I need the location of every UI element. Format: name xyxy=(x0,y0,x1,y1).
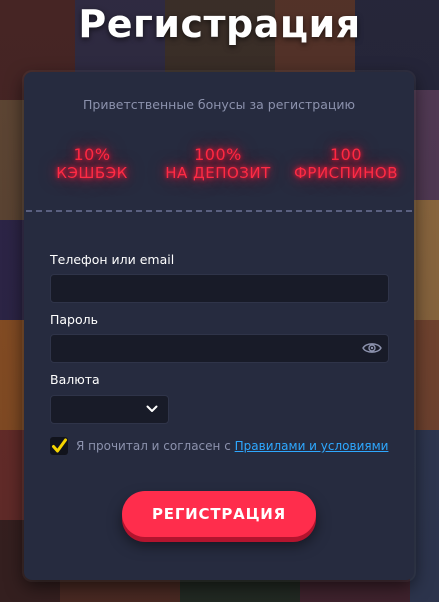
bonus-deposit: 100% НА ДЕПОЗИТ xyxy=(158,145,278,183)
register-button[interactable]: РЕГИСТРАЦИЯ xyxy=(122,491,316,537)
terms-label: Я прочитал и согласен с xyxy=(76,439,231,453)
currency-select[interactable] xyxy=(50,395,169,424)
login-input[interactable] xyxy=(50,274,389,303)
bonus-value: 100 xyxy=(329,145,363,164)
bonus-label: КЭШБЭК xyxy=(56,164,128,182)
bonus-list: 10% КЭШБЭК 100% НА ДЕПОЗИТ 100 ФРИСПИНОВ xyxy=(24,146,414,186)
bonus-freespins: 100 ФРИСПИНОВ xyxy=(286,145,406,183)
terms-checkbox[interactable] xyxy=(50,437,68,455)
password-label: Пароль xyxy=(50,312,98,327)
bonus-label: ФРИСПИНОВ xyxy=(293,164,399,182)
bonus-value: 100% xyxy=(194,145,242,164)
chevron-down-icon xyxy=(146,405,158,412)
checkmark-icon xyxy=(52,438,67,453)
bonus-section-title: Приветственные бонусы за регистрацию xyxy=(82,97,356,112)
eye-icon[interactable] xyxy=(362,340,382,356)
currency-label: Валюта xyxy=(50,372,100,387)
login-label: Телефон или email xyxy=(50,252,175,267)
dashed-divider xyxy=(26,210,412,212)
registration-card: Приветственные бонусы за регистрацию 10%… xyxy=(24,72,414,580)
password-input[interactable] xyxy=(50,334,389,363)
terms-link[interactable]: Правилами и условиями xyxy=(235,439,389,453)
terms-text: Я прочитал и согласен с Правилами и усло… xyxy=(76,439,388,453)
bonus-value: 10% xyxy=(73,145,111,164)
page-title: Регистрация xyxy=(78,2,361,46)
bonus-cashback: 10% КЭШБЭК xyxy=(42,145,142,183)
bonus-label: НА ДЕПОЗИТ xyxy=(165,164,271,182)
